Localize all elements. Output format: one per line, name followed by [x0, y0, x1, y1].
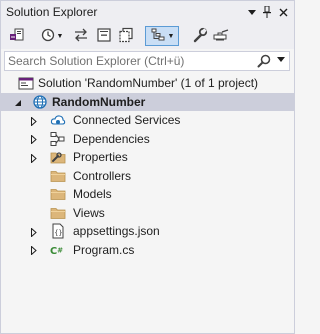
- toolbar: ▼ ▼: [1, 23, 294, 49]
- solution-tree: Solution 'RandomNumber' (1 of 1 project)…: [1, 74, 294, 259]
- tree-item-properties[interactable]: Properties: [1, 148, 294, 167]
- tree-item-label: appsettings.json: [73, 224, 160, 238]
- tree-item-label: Properties: [73, 150, 128, 164]
- history-icon: [41, 28, 55, 45]
- close-icon[interactable]: [275, 4, 291, 20]
- tree-item-label: Models: [73, 187, 112, 201]
- tree-item-label: Connected Services: [73, 113, 181, 127]
- svg-text:{}: {}: [54, 229, 62, 237]
- switch-views-icon: [9, 27, 25, 46]
- folder-icon: [50, 205, 66, 221]
- solution-icon: [18, 75, 34, 91]
- collapsed-arrow-icon[interactable]: [29, 227, 39, 237]
- show-all-files-icon: [118, 27, 134, 46]
- svg-text:C: C: [50, 246, 57, 257]
- search-icon[interactable]: [257, 54, 271, 68]
- sync-icon: [73, 27, 89, 46]
- show-all-files-button[interactable]: [117, 26, 135, 46]
- tree-item-label: Views: [73, 205, 105, 220]
- pin-icon[interactable]: [259, 4, 275, 20]
- properties-button[interactable]: [191, 26, 209, 46]
- tree-item-solution[interactable]: Solution 'RandomNumber' (1 of 1 project): [1, 74, 294, 93]
- solution-filter-button[interactable]: ▼: [145, 26, 179, 46]
- collapsed-arrow-icon[interactable]: [29, 246, 39, 256]
- svg-text:#: #: [57, 245, 63, 254]
- sync-button[interactable]: [72, 26, 90, 46]
- tree-item-label: Controllers: [73, 168, 132, 183]
- folder-icon: [50, 168, 66, 184]
- tree-item-program-cs[interactable]: C # Program.cs: [1, 241, 294, 260]
- chevron-down-icon: ▼: [167, 32, 175, 40]
- expanded-arrow-icon[interactable]: [13, 98, 23, 108]
- solution-explorer-panel: Solution Explorer ▼ ▼ Search Solution Ex…: [0, 0, 295, 334]
- properties-folder-icon: [50, 149, 66, 165]
- tree-item-appsettings[interactable]: {} appsettings.json: [1, 222, 294, 241]
- json-file-icon: {}: [50, 223, 66, 239]
- pending-changes-filter-button[interactable]: ▼: [37, 26, 67, 46]
- preview-icon: [212, 27, 230, 46]
- search-box: [4, 51, 290, 71]
- panel-title-bar: Solution Explorer: [1, 1, 294, 23]
- chevron-down-icon: ▼: [56, 32, 64, 40]
- panel-title: Solution Explorer: [6, 5, 98, 19]
- connected-services-icon: [50, 112, 66, 128]
- tree-item-label: Program.cs: [73, 242, 135, 257]
- tree-item-controllers[interactable]: Controllers: [1, 167, 294, 186]
- chevron-down-icon[interactable]: [244, 4, 260, 20]
- collapse-all-icon: [96, 27, 112, 46]
- search-input[interactable]: [8, 53, 256, 69]
- collapse-all-button[interactable]: [95, 26, 113, 46]
- dependencies-icon: [50, 131, 66, 147]
- tree-item-dependencies[interactable]: Dependencies: [1, 130, 294, 149]
- switch-views-button[interactable]: [6, 26, 28, 46]
- collapsed-arrow-icon[interactable]: [29, 135, 39, 145]
- tree-item-project[interactable]: RandomNumber: [1, 92, 294, 111]
- tree-item-views[interactable]: Views: [1, 204, 294, 223]
- tree-item-models[interactable]: Models: [1, 185, 294, 204]
- collapsed-arrow-icon[interactable]: [29, 116, 39, 126]
- tree-item-connected-services[interactable]: Connected Services: [1, 111, 294, 130]
- preview-selected-items-button[interactable]: [211, 26, 231, 46]
- collapsed-arrow-icon[interactable]: [29, 153, 39, 163]
- folder-icon: [50, 186, 66, 202]
- tree-item-label: RandomNumber: [52, 94, 146, 109]
- tree-item-label: Dependencies: [73, 131, 150, 146]
- tree-item-label: Solution 'RandomNumber' (1 of 1 project): [38, 76, 259, 90]
- solution-filter-icon: [150, 27, 166, 46]
- web-project-icon: [32, 94, 48, 110]
- search-options-dropdown[interactable]: [277, 57, 285, 64]
- csharp-file-icon: C #: [50, 242, 66, 258]
- properties-wrench-icon: [192, 27, 208, 46]
